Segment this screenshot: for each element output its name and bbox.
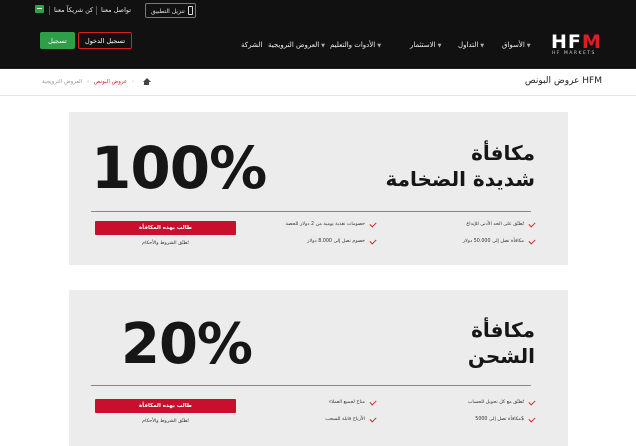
bonus-card-100: 100% مكافأة شديدة الضخامة تُطبّق على الح…: [69, 112, 568, 265]
feature-item: مكافأة تصل إلى 5000$: [475, 414, 536, 423]
page: كن شريكاً معنا تواصل معنا تنزيل التطبيق …: [0, 0, 636, 446]
terms-link[interactable]: تُطبّق الشروط والأحكام: [95, 241, 236, 246]
language-flag-icon[interactable]: [35, 5, 44, 13]
hfm-logo[interactable]: HFM: [551, 31, 602, 53]
breadcrumb: عروض البونص › العروض الترويجية ›: [42, 78, 151, 85]
feature-text: مكافأة تصل إلى 50.000 دولار: [462, 239, 524, 244]
check-icon: [369, 219, 377, 228]
nav-label: التداول: [458, 41, 479, 49]
feature-text: تُطبّق مع كل تحويل للحساب: [467, 400, 524, 405]
nav-item-tools-education[interactable]: الأدوات والتعليم ▼: [330, 41, 381, 49]
bonus-title-line2: شديدة الضخامة: [385, 167, 535, 191]
nav-item-company[interactable]: الشركة: [241, 41, 262, 49]
feature-item: الأرباح قابلة للسحب: [325, 414, 377, 423]
feature-item: تُطبّق على الحد الأدنى للإيداع: [466, 219, 536, 228]
check-icon: [528, 236, 536, 245]
bonus-title: مكافأة شديدة الضخامة: [385, 140, 535, 192]
check-icon: [369, 414, 377, 423]
top-bar: كن شريكاً معنا تواصل معنا تنزيل التطبيق: [0, 0, 636, 22]
nav-label: العروض الترويجية: [268, 41, 320, 49]
top-divider: [49, 6, 50, 15]
card-divider: [91, 385, 531, 386]
nav-label: الأسواق: [502, 41, 525, 49]
nav-item-promotions[interactable]: العروض الترويجية ▼: [268, 41, 325, 49]
contact-link[interactable]: تواصل معنا: [101, 6, 131, 14]
download-app-label: تنزيل التطبيق: [151, 8, 185, 15]
chevron-down-icon: ▼: [377, 43, 382, 49]
feature-item: خصوم تصل إلى 8.000 دولار: [307, 236, 377, 245]
bonus-percentage: 20%: [121, 312, 253, 377]
breadcrumb-separator: ›: [86, 79, 90, 85]
logo-subtitle: HF MARKETS: [552, 51, 596, 56]
breadcrumb-current: عروض البونص: [93, 79, 128, 85]
nav-item-trading[interactable]: التداول ▼: [458, 41, 484, 49]
card-divider: [91, 211, 531, 212]
register-button[interactable]: تسجيل: [40, 32, 75, 49]
claim-bonus-button[interactable]: طالب بهذه المكافأة: [95, 221, 236, 235]
nav-item-investing[interactable]: الاستثمار ▼: [410, 41, 441, 49]
bonus-title-line1: مكافأة: [471, 141, 535, 165]
feature-item: خصومات تغذية يومية من 2 دولار للحصة: [285, 219, 377, 228]
feature-item: مكافأة تصل إلى 50.000 دولار: [462, 236, 536, 245]
bonus-percentage: 100%: [91, 134, 267, 202]
chevron-down-icon: ▼: [321, 43, 326, 49]
feature-text: خصومات تغذية يومية من 2 دولار للحصة: [285, 222, 365, 227]
feature-text: متاح لجميع العملاء: [329, 400, 365, 405]
download-app-button[interactable]: تنزيل التطبيق: [145, 3, 196, 18]
feature-text: الأرباح قابلة للسحب: [325, 417, 365, 422]
feature-text: تُطبّق على الحد الأدنى للإيداع: [466, 222, 524, 227]
chevron-down-icon: ▼: [437, 43, 442, 49]
terms-link[interactable]: تُطبّق الشروط والأحكام: [95, 419, 236, 424]
bonus-card-20: 20% مكافأة الشحن تُطبّق مع كل تحويل للحس…: [69, 290, 568, 446]
check-icon: [369, 236, 377, 245]
nav-label: الاستثمار: [410, 41, 436, 49]
chevron-down-icon: ▼: [526, 43, 531, 49]
feature-item: متاح لجميع العملاء: [329, 397, 377, 406]
breadcrumb-separator: ›: [132, 79, 135, 85]
chevron-down-icon: ▼: [480, 43, 485, 49]
nav-label: الشركة: [241, 41, 263, 49]
nav-label: الأدوات والتعليم: [330, 41, 376, 49]
feature-item: تُطبّق مع كل تحويل للحساب: [467, 397, 536, 406]
phone-icon: [188, 6, 193, 15]
bonus-title-line1: مكافأة: [471, 318, 535, 342]
check-icon: [528, 414, 536, 423]
check-icon: [369, 397, 377, 406]
feature-text: خصوم تصل إلى 8.000 دولار: [307, 239, 365, 244]
page-header: عروض البونص HFM عروض البونص › العروض الت…: [0, 70, 636, 96]
partner-link[interactable]: كن شريكاً معنا: [54, 6, 93, 14]
breadcrumb-promotions[interactable]: العروض الترويجية: [42, 79, 82, 85]
page-title: عروض البونص HFM: [524, 76, 602, 86]
check-icon: [528, 219, 536, 228]
bonus-title: مكافأة الشحن: [468, 317, 535, 369]
check-icon: [528, 397, 536, 406]
top-divider: [96, 6, 97, 15]
main-navigation: HFM HF MARKETS الأسواق ▼ التداول ▼ الاستثم…: [0, 22, 636, 69]
bonus-title-line2: الشحن: [467, 344, 535, 368]
nav-item-markets[interactable]: الأسواق ▼: [502, 41, 531, 49]
home-icon[interactable]: [142, 78, 151, 85]
claim-bonus-button[interactable]: طالب بهذه المكافأة: [95, 399, 236, 413]
login-button[interactable]: تسجيل الدخول: [78, 32, 132, 49]
feature-text: مكافأة تصل إلى 5000$: [475, 417, 524, 422]
